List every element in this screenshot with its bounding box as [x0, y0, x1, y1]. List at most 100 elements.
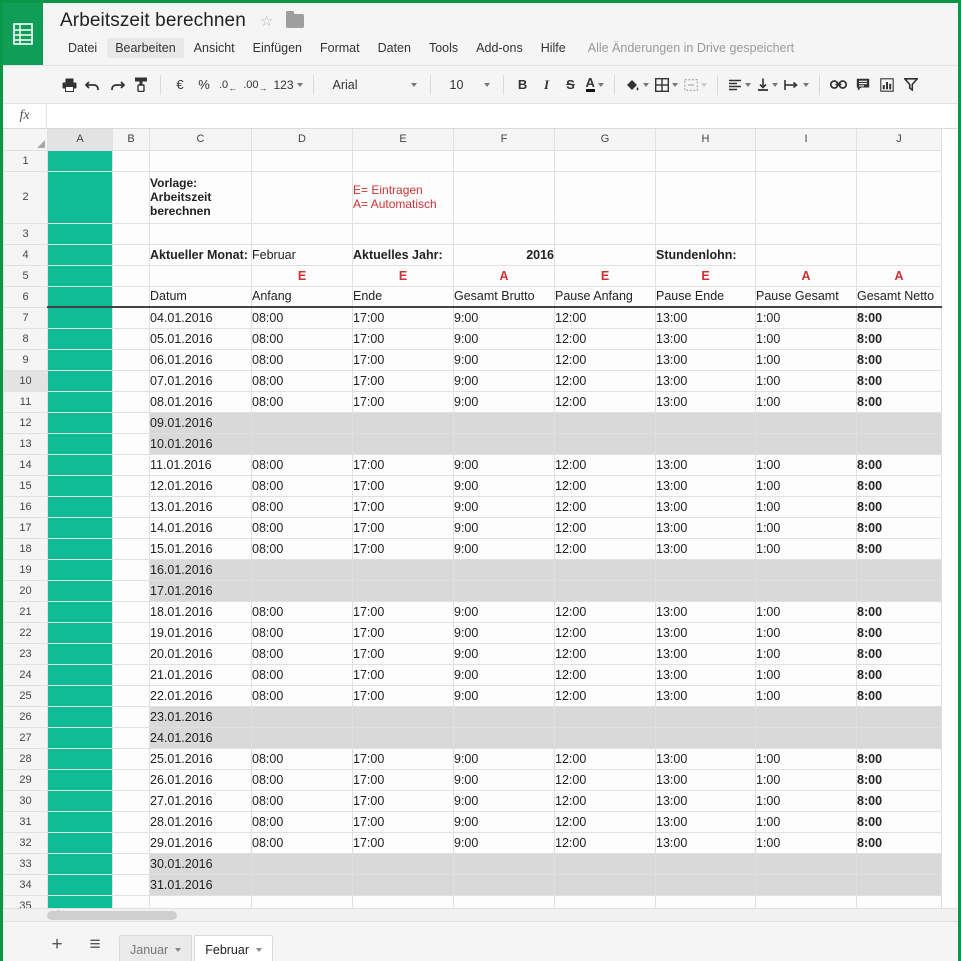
- column-header-i[interactable]: I: [756, 129, 857, 150]
- cell-D3[interactable]: [252, 223, 353, 244]
- cell-E32[interactable]: 17:00: [353, 832, 454, 853]
- row-header-5[interactable]: 5: [4, 265, 48, 286]
- cell-D28[interactable]: 08:00: [252, 748, 353, 769]
- cell-G22[interactable]: 12:00: [555, 622, 656, 643]
- cell-C25[interactable]: 22.01.2016: [150, 685, 252, 706]
- cell-C17[interactable]: 14.01.2016: [150, 517, 252, 538]
- cell-J2[interactable]: [857, 171, 942, 223]
- row-header-14[interactable]: 14: [4, 454, 48, 475]
- cell-H28[interactable]: 13:00: [656, 748, 756, 769]
- cell-B22[interactable]: [113, 622, 150, 643]
- cell-D29[interactable]: 08:00: [252, 769, 353, 790]
- cell-A15[interactable]: [48, 475, 113, 496]
- table-row[interactable]: 3229.01.201608:0017:009:0012:0013:001:00…: [4, 832, 942, 853]
- chevron-down-icon[interactable]: [701, 83, 707, 87]
- menu-bearbeiten[interactable]: Bearbeiten: [107, 38, 183, 58]
- cell-E7[interactable]: 17:00: [353, 307, 454, 328]
- cell-D20[interactable]: [252, 580, 353, 601]
- document-title[interactable]: Arbeitszeit berechnen: [60, 10, 246, 32]
- horizontal-scrollbar[interactable]: eBlagen: [3, 908, 958, 921]
- cell-I14[interactable]: 1:00: [756, 454, 857, 475]
- cell-F15[interactable]: 9:00: [454, 475, 555, 496]
- cell-H26[interactable]: [656, 706, 756, 727]
- row-header-9[interactable]: 9: [4, 349, 48, 370]
- cell-B17[interactable]: [113, 517, 150, 538]
- cell-I11[interactable]: 1:00: [756, 391, 857, 412]
- cell-J9[interactable]: 8:00: [857, 349, 942, 370]
- cell-H15[interactable]: 13:00: [656, 475, 756, 496]
- cell-J25[interactable]: 8:00: [857, 685, 942, 706]
- cell-C5[interactable]: [150, 265, 252, 286]
- cell-E5[interactable]: E: [353, 265, 454, 286]
- percent-format-button[interactable]: %: [192, 73, 216, 97]
- cell-F1[interactable]: [454, 150, 555, 171]
- redo-icon[interactable]: [105, 73, 129, 97]
- cell-A32[interactable]: [48, 832, 113, 853]
- table-row[interactable]: 2Vorlage: Arbeitszeit berechnenE= Eintra…: [4, 171, 942, 223]
- cell-A34[interactable]: [48, 874, 113, 895]
- cell-I2[interactable]: [756, 171, 857, 223]
- cell-G33[interactable]: [555, 853, 656, 874]
- table-row[interactable]: 2623.01.2016: [4, 706, 942, 727]
- cell-I12[interactable]: [756, 412, 857, 433]
- cell-G29[interactable]: 12:00: [555, 769, 656, 790]
- cell-C23[interactable]: 20.01.2016: [150, 643, 252, 664]
- cell-E29[interactable]: 17:00: [353, 769, 454, 790]
- cell-F26[interactable]: [454, 706, 555, 727]
- table-row[interactable]: 1: [4, 150, 942, 171]
- cell-C10[interactable]: 07.01.2016: [150, 370, 252, 391]
- cell-J29[interactable]: 8:00: [857, 769, 942, 790]
- cell-F7[interactable]: 9:00: [454, 307, 555, 328]
- cell-I32[interactable]: 1:00: [756, 832, 857, 853]
- cell-C7[interactable]: 04.01.2016: [150, 307, 252, 328]
- cell-D22[interactable]: 08:00: [252, 622, 353, 643]
- cell-D13[interactable]: [252, 433, 353, 454]
- table-row[interactable]: 2522.01.201608:0017:009:0012:0013:001:00…: [4, 685, 942, 706]
- cell-E14[interactable]: 17:00: [353, 454, 454, 475]
- row-header-23[interactable]: 23: [4, 643, 48, 664]
- cell-H13[interactable]: [656, 433, 756, 454]
- cell-J11[interactable]: 8:00: [857, 391, 942, 412]
- cell-I19[interactable]: [756, 559, 857, 580]
- menu-hilfe[interactable]: Hilfe: [533, 38, 574, 58]
- cell-D11[interactable]: 08:00: [252, 391, 353, 412]
- table-row[interactable]: 1916.01.2016: [4, 559, 942, 580]
- cell-F25[interactable]: 9:00: [454, 685, 555, 706]
- cell-F13[interactable]: [454, 433, 555, 454]
- cell-J18[interactable]: 8:00: [857, 538, 942, 559]
- cell-B26[interactable]: [113, 706, 150, 727]
- cell-D2[interactable]: [252, 171, 353, 223]
- cell-H16[interactable]: 13:00: [656, 496, 756, 517]
- cell-A25[interactable]: [48, 685, 113, 706]
- cell-C4[interactable]: Aktueller Monat:: [150, 244, 252, 265]
- cell-C22[interactable]: 19.01.2016: [150, 622, 252, 643]
- cell-H12[interactable]: [656, 412, 756, 433]
- cell-J22[interactable]: 8:00: [857, 622, 942, 643]
- cell-B27[interactable]: [113, 727, 150, 748]
- formula-input[interactable]: [47, 103, 958, 129]
- cell-E2[interactable]: E= Eintragen A= Automatisch: [353, 171, 454, 223]
- cell-C18[interactable]: 15.01.2016: [150, 538, 252, 559]
- cell-D31[interactable]: 08:00: [252, 811, 353, 832]
- cell-F22[interactable]: 9:00: [454, 622, 555, 643]
- cell-B20[interactable]: [113, 580, 150, 601]
- cell-I28[interactable]: 1:00: [756, 748, 857, 769]
- cell-J6[interactable]: Gesamt Netto: [857, 286, 942, 307]
- chevron-down-icon[interactable]: [411, 83, 417, 87]
- cell-B2[interactable]: [113, 171, 150, 223]
- cell-J26[interactable]: [857, 706, 942, 727]
- table-row[interactable]: 2118.01.201608:0017:009:0012:0013:001:00…: [4, 601, 942, 622]
- cell-J5[interactable]: A: [857, 265, 942, 286]
- chevron-down-icon[interactable]: [256, 948, 262, 952]
- cell-E26[interactable]: [353, 706, 454, 727]
- chevron-down-icon[interactable]: [175, 948, 181, 952]
- cell-A10[interactable]: [48, 370, 113, 391]
- table-row[interactable]: 704.01.201608:0017:009:0012:0013:001:008…: [4, 307, 942, 328]
- cell-C20[interactable]: 17.01.2016: [150, 580, 252, 601]
- cell-I4[interactable]: [756, 244, 857, 265]
- cell-B5[interactable]: [113, 265, 150, 286]
- font-size-select[interactable]: 10: [444, 74, 496, 96]
- cell-A2[interactable]: [48, 171, 113, 223]
- cell-C26[interactable]: 23.01.2016: [150, 706, 252, 727]
- cell-F16[interactable]: 9:00: [454, 496, 555, 517]
